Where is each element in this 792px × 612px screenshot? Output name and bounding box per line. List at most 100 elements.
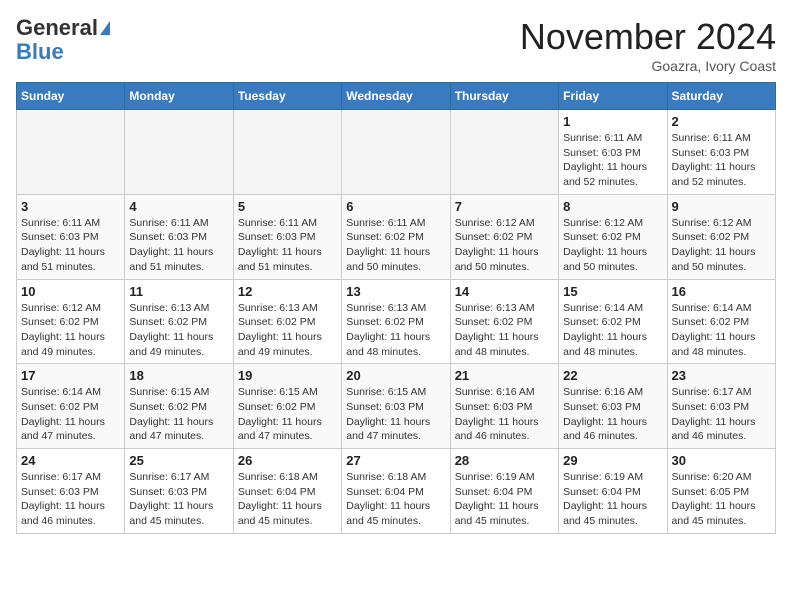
day-info: Sunrise: 6:18 AMSunset: 6:04 PMDaylight:… [346, 470, 445, 529]
day-info: Sunrise: 6:19 AMSunset: 6:04 PMDaylight:… [563, 470, 662, 529]
calendar-cell: 18 Sunrise: 6:15 AMSunset: 6:02 PMDayligh… [125, 364, 233, 449]
calendar-cell: 19 Sunrise: 6:15 AMSunset: 6:02 PMDayligh… [233, 364, 341, 449]
calendar-cell: 21 Sunrise: 6:16 AMSunset: 6:03 PMDayligh… [450, 364, 558, 449]
day-info: Sunrise: 6:14 AMSunset: 6:02 PMDaylight:… [672, 301, 771, 360]
calendar-cell: 10Sunrise: 6:12 AMSunset: 6:02 PMDayligh… [17, 279, 125, 364]
calendar-cell [450, 110, 558, 195]
day-number: 18 [129, 368, 228, 383]
day-info: Sunrise: 6:17 AMSunset: 6:03 PMDaylight:… [129, 470, 228, 529]
day-info: Sunrise: 6:19 AMSunset: 6:04 PMDaylight:… [455, 470, 554, 529]
day-number: 12 [238, 284, 337, 299]
day-number: 16 [672, 284, 771, 299]
calendar-table: SundayMondayTuesdayWednesdayThursdayFrid… [16, 82, 776, 534]
day-number: 30 [672, 453, 771, 468]
calendar-cell: 29 Sunrise: 6:19 AMSunset: 6:04 PMDayligh… [559, 449, 667, 534]
calendar-cell: 30 Sunrise: 6:20 AMSunset: 6:05 PMDayligh… [667, 449, 775, 534]
day-info: Sunrise: 6:11 AMSunset: 6:03 PMDaylight:… [672, 131, 771, 190]
weekday-header: Wednesday [342, 83, 450, 110]
calendar-cell: 14 Sunrise: 6:13 AMSunset: 6:02 PMDayligh… [450, 279, 558, 364]
day-number: 5 [238, 199, 337, 214]
day-number: 6 [346, 199, 445, 214]
day-number: 29 [563, 453, 662, 468]
calendar-cell: 11 Sunrise: 6:13 AMSunset: 6:02 PMDayligh… [125, 279, 233, 364]
calendar-week-row: 3 Sunrise: 6:11 AMSunset: 6:03 PMDaylight… [17, 194, 776, 279]
calendar-cell: 26Sunrise: 6:18 AMSunset: 6:04 PMDayligh… [233, 449, 341, 534]
calendar-cell [342, 110, 450, 195]
day-info: Sunrise: 6:13 AMSunset: 6:02 PMDaylight:… [238, 301, 337, 360]
day-info: Sunrise: 6:15 AMSunset: 6:02 PMDaylight:… [238, 385, 337, 444]
day-info: Sunrise: 6:13 AMSunset: 6:02 PMDaylight:… [346, 301, 445, 360]
calendar-cell: 28 Sunrise: 6:19 AMSunset: 6:04 PMDayligh… [450, 449, 558, 534]
calendar-week-row: 10Sunrise: 6:12 AMSunset: 6:02 PMDayligh… [17, 279, 776, 364]
day-info: Sunrise: 6:11 AMSunset: 6:03 PMDaylight:… [21, 216, 120, 275]
logo-general: General [16, 16, 98, 40]
calendar-cell: 27 Sunrise: 6:18 AMSunset: 6:04 PMDayligh… [342, 449, 450, 534]
day-number: 11 [129, 284, 228, 299]
day-info: Sunrise: 6:20 AMSunset: 6:05 PMDaylight:… [672, 470, 771, 529]
day-info: Sunrise: 6:12 AMSunset: 6:02 PMDaylight:… [21, 301, 120, 360]
day-number: 25 [129, 453, 228, 468]
day-info: Sunrise: 6:12 AMSunset: 6:02 PMDaylight:… [672, 216, 771, 275]
day-number: 19 [238, 368, 337, 383]
day-info: Sunrise: 6:11 AMSunset: 6:02 PMDaylight:… [346, 216, 445, 275]
calendar-cell: 16 Sunrise: 6:14 AMSunset: 6:02 PMDayligh… [667, 279, 775, 364]
day-number: 9 [672, 199, 771, 214]
day-number: 4 [129, 199, 228, 214]
location: Goazra, Ivory Coast [520, 58, 776, 74]
weekday-header: Saturday [667, 83, 775, 110]
day-number: 28 [455, 453, 554, 468]
calendar-cell: 20 Sunrise: 6:15 AMSunset: 6:03 PMDayligh… [342, 364, 450, 449]
calendar-cell: 13 Sunrise: 6:13 AMSunset: 6:02 PMDayligh… [342, 279, 450, 364]
day-number: 20 [346, 368, 445, 383]
day-number: 17 [21, 368, 120, 383]
day-info: Sunrise: 6:16 AMSunset: 6:03 PMDaylight:… [455, 385, 554, 444]
day-info: Sunrise: 6:13 AMSunset: 6:02 PMDaylight:… [129, 301, 228, 360]
day-number: 14 [455, 284, 554, 299]
day-info: Sunrise: 6:15 AMSunset: 6:02 PMDaylight:… [129, 385, 228, 444]
calendar-cell: 23 Sunrise: 6:17 AMSunset: 6:03 PMDayligh… [667, 364, 775, 449]
day-info: Sunrise: 6:14 AMSunset: 6:02 PMDaylight:… [21, 385, 120, 444]
calendar-cell [125, 110, 233, 195]
day-info: Sunrise: 6:12 AMSunset: 6:02 PMDaylight:… [455, 216, 554, 275]
day-number: 23 [672, 368, 771, 383]
logo-triangle-icon [100, 21, 110, 35]
day-info: Sunrise: 6:17 AMSunset: 6:03 PMDaylight:… [672, 385, 771, 444]
logo-blue: Blue [16, 40, 64, 64]
day-number: 13 [346, 284, 445, 299]
day-number: 8 [563, 199, 662, 214]
day-number: 3 [21, 199, 120, 214]
calendar-cell: 8 Sunrise: 6:12 AMSunset: 6:02 PMDaylight… [559, 194, 667, 279]
calendar-cell [233, 110, 341, 195]
calendar-cell: 5 Sunrise: 6:11 AMSunset: 6:03 PMDaylight… [233, 194, 341, 279]
day-info: Sunrise: 6:12 AMSunset: 6:02 PMDaylight:… [563, 216, 662, 275]
day-number: 15 [563, 284, 662, 299]
calendar-header-row: SundayMondayTuesdayWednesdayThursdayFrid… [17, 83, 776, 110]
day-info: Sunrise: 6:18 AMSunset: 6:04 PMDaylight:… [238, 470, 337, 529]
calendar-cell: 15Sunrise: 6:14 AMSunset: 6:02 PMDayligh… [559, 279, 667, 364]
weekday-header: Friday [559, 83, 667, 110]
day-info: Sunrise: 6:11 AMSunset: 6:03 PMDaylight:… [563, 131, 662, 190]
day-number: 1 [563, 114, 662, 129]
calendar-cell: 1 Sunrise: 6:11 AMSunset: 6:03 PMDaylight… [559, 110, 667, 195]
day-info: Sunrise: 6:16 AMSunset: 6:03 PMDaylight:… [563, 385, 662, 444]
day-info: Sunrise: 6:11 AMSunset: 6:03 PMDaylight:… [238, 216, 337, 275]
logo: General Blue [16, 16, 110, 64]
day-info: Sunrise: 6:11 AMSunset: 6:03 PMDaylight:… [129, 216, 228, 275]
calendar-cell: 25 Sunrise: 6:17 AMSunset: 6:03 PMDayligh… [125, 449, 233, 534]
day-number: 21 [455, 368, 554, 383]
weekday-header: Thursday [450, 83, 558, 110]
calendar-cell: 12 Sunrise: 6:13 AMSunset: 6:02 PMDayligh… [233, 279, 341, 364]
day-info: Sunrise: 6:13 AMSunset: 6:02 PMDaylight:… [455, 301, 554, 360]
day-number: 27 [346, 453, 445, 468]
day-info: Sunrise: 6:17 AMSunset: 6:03 PMDaylight:… [21, 470, 120, 529]
calendar-week-row: 17 Sunrise: 6:14 AMSunset: 6:02 PMDayligh… [17, 364, 776, 449]
day-info: Sunrise: 6:15 AMSunset: 6:03 PMDaylight:… [346, 385, 445, 444]
calendar-cell [17, 110, 125, 195]
weekday-header: Tuesday [233, 83, 341, 110]
calendar-week-row: 24Sunrise: 6:17 AMSunset: 6:03 PMDayligh… [17, 449, 776, 534]
weekday-header: Monday [125, 83, 233, 110]
calendar-cell: 22 Sunrise: 6:16 AMSunset: 6:03 PMDayligh… [559, 364, 667, 449]
calendar-cell: 3 Sunrise: 6:11 AMSunset: 6:03 PMDaylight… [17, 194, 125, 279]
calendar-cell: 6 Sunrise: 6:11 AMSunset: 6:02 PMDaylight… [342, 194, 450, 279]
day-number: 22 [563, 368, 662, 383]
